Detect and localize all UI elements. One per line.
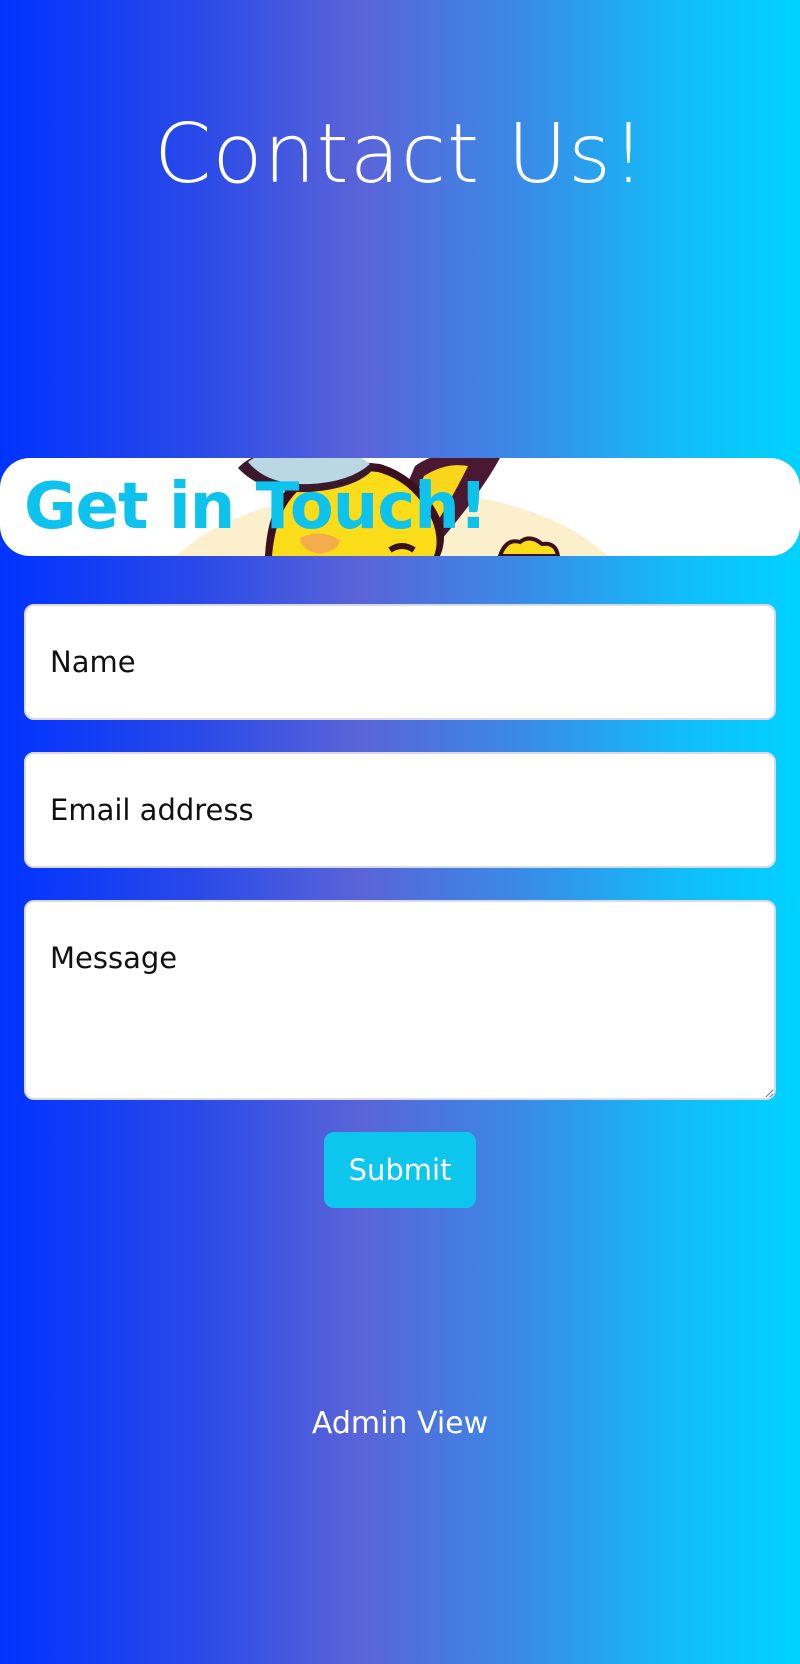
submit-button[interactable]: Submit [324,1132,476,1208]
get-in-touch-banner: Get in Touch! [0,458,800,556]
name-input[interactable] [24,604,776,720]
email-input[interactable] [24,752,776,868]
page-title: Contact Us! [154,107,646,202]
get-in-touch-heading: Get in Touch! [24,470,488,544]
admin-view-link[interactable]: Admin View [0,1402,800,1446]
message-textarea[interactable] [24,900,776,1100]
